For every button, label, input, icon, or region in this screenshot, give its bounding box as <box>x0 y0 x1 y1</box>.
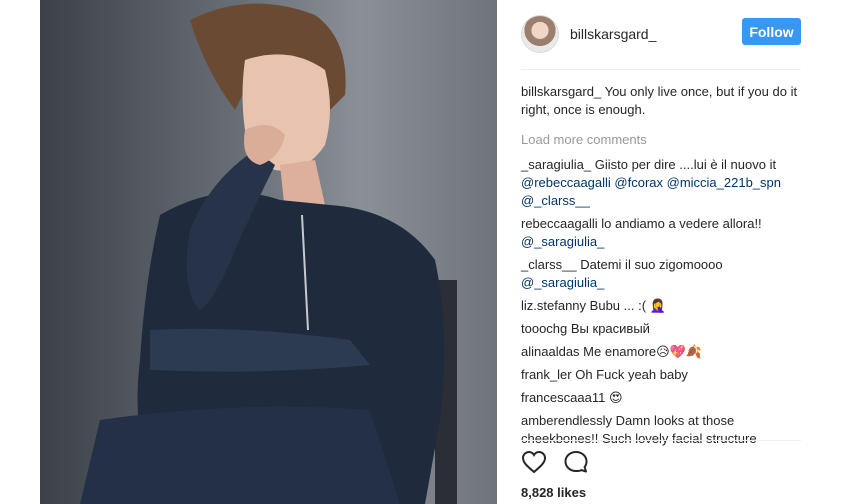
comment-username[interactable]: _saragiulia_ <box>521 157 591 172</box>
post-photo[interactable] <box>40 0 497 504</box>
caption-username[interactable]: billskarsgard_ <box>521 84 601 99</box>
comment-username[interactable]: amberendlessly <box>521 413 612 428</box>
heart-icon[interactable] <box>521 450 547 474</box>
comment-text: Oh Fuck yeah baby <box>575 367 688 382</box>
comments-list: billskarsgard_ You only live once, but i… <box>521 83 801 453</box>
comment-item: amberendlessly Damn looks at those cheek… <box>521 412 801 448</box>
comment-username[interactable]: _clarss__ <box>521 257 577 272</box>
actions-divider <box>521 440 801 441</box>
comment-text: Вы красивый <box>570 321 650 336</box>
comment-item: frank_ler Oh Fuck yeah baby <box>521 366 801 384</box>
post-header: billskarsgard_ Follow <box>521 12 801 56</box>
post-username[interactable]: billskarsgard_ <box>570 26 656 42</box>
comment-item: rebeccaagalli lo andiamo a vedere allora… <box>521 215 801 251</box>
comment-username[interactable]: tooochg <box>521 321 567 336</box>
comment-item: _clarss__ Datemi il suo zigomoooo @_sara… <box>521 256 801 292</box>
comment-username[interactable]: liz.stefanny <box>521 298 586 313</box>
comment-text: Giisto per dire ....lui è il nuovo it <box>594 157 777 172</box>
comment-username[interactable]: alinaaldas <box>521 344 580 359</box>
load-more-comments-link[interactable]: Load more comments <box>521 131 801 149</box>
comment-item: alinaaldas Me enamore😥💖🍂 <box>521 343 801 361</box>
caption: billskarsgard_ You only live once, but i… <box>521 83 801 119</box>
comment-mentions[interactable]: @_saragiulia_ <box>521 275 604 290</box>
comment-item: liz.stefanny Bubu ... :( 🤦‍♀️ <box>521 297 801 315</box>
photo-illustration <box>80 3 457 504</box>
comment-text: Bubu ... :( 🤦‍♀️ <box>589 298 666 313</box>
follow-button[interactable]: Follow <box>742 18 801 45</box>
comment-item: _saragiulia_ Giisto per dire ....lui è i… <box>521 156 801 210</box>
comment-item: tooochg Вы красивый <box>521 320 801 338</box>
comment-item: francescaaa11 😍 <box>521 389 801 407</box>
comment-mentions[interactable]: @_saragiulia_ <box>521 234 604 249</box>
comment-mentions[interactable]: @rebeccaagalli @fcorax @miccia_221b_spn … <box>521 175 781 208</box>
comment-username[interactable]: frank_ler <box>521 367 572 382</box>
comment-bubble-icon[interactable] <box>563 450 589 474</box>
avatar[interactable] <box>521 15 559 53</box>
likes-count[interactable]: 8,828 likes <box>521 485 586 500</box>
comment-text: 😍 <box>608 390 623 405</box>
comment-text: lo andiamo a vedere allora!! <box>601 216 762 231</box>
comment-username[interactable]: rebeccaagalli <box>521 216 598 231</box>
comment-text: Me enamore😥💖🍂 <box>583 344 703 359</box>
header-divider <box>521 69 801 70</box>
comment-text: Datemi il suo zigomoooo <box>580 257 723 272</box>
post-side-panel: billskarsgard_ Follow billskarsgard_ You… <box>497 0 843 504</box>
post-actions <box>521 450 589 474</box>
comment-username[interactable]: francescaaa11 <box>521 390 605 405</box>
